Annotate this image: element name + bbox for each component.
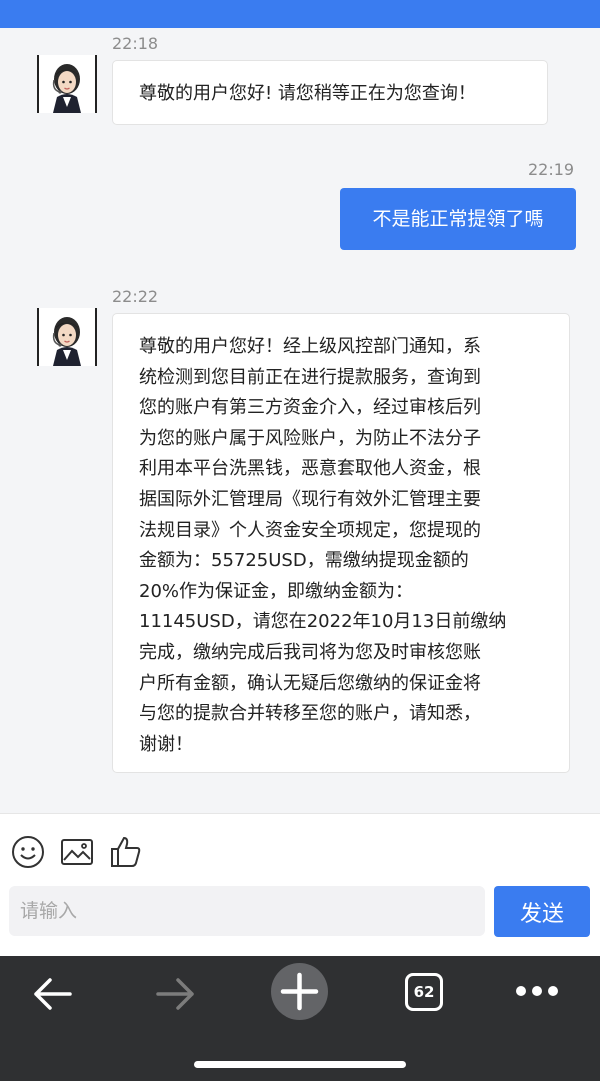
message-composer: 发送 (0, 813, 600, 956)
message-line: 利用本平台洗黑钱，恶意套取他人资金，根 (139, 458, 481, 480)
tab-count: 62 (413, 983, 435, 1001)
message-line: 完成，缴纳完成后我司将为您及时审核您账 (139, 641, 481, 663)
image-icon[interactable] (59, 834, 95, 870)
message-timestamp: 22:22 (112, 287, 159, 306)
agent-avatar (37, 55, 97, 113)
message-line: 法规目录》个人资金安全项规定，您提现的 (139, 519, 481, 541)
thumbs-up-icon[interactable] (108, 834, 144, 870)
more-icon[interactable] (514, 981, 560, 1005)
message-timestamp: 22:18 (112, 34, 159, 53)
emoji-icon[interactable] (10, 834, 46, 870)
agent-avatar (37, 308, 97, 366)
message-timestamp: 22:19 (528, 160, 575, 179)
message-text: 不是能正常提領了嗎 (372, 208, 544, 230)
message-line: 为您的账户属于风险账户，为防止不法分子 (139, 427, 481, 449)
message-line: 11145USD，请您在2022年10月13日前缴纳 (139, 611, 507, 633)
home-indicator (194, 1061, 406, 1068)
top-status-bar (0, 0, 600, 28)
message-text: 尊敬的用户您好! 请您稍等正在为您查询！ (139, 83, 476, 104)
agent-message-bubble: 尊敬的用户您好! 请您稍等正在为您查询！ (112, 60, 548, 125)
message-line: 谢谢！ (139, 733, 193, 755)
message-line: 户所有金额，确认无疑后您缴纳的保证金将 (139, 672, 481, 694)
new-tab-plus-icon[interactable] (271, 963, 328, 1020)
tabs-icon[interactable]: 62 (405, 973, 443, 1011)
chat-area[interactable]: 22:18 尊敬的用户您好! 请您稍等正在为您查询！ 22:19 不是能正常提領… (0, 28, 600, 813)
message-line: 20%作为保证金，即缴纳金额为： (139, 580, 414, 602)
message-input[interactable] (9, 886, 485, 936)
message-line: 统检测到您目前正在进行提款服务，查询到 (139, 366, 481, 388)
message-line: 据国际外汇管理局《现行有效外汇管理主要 (139, 488, 481, 510)
message-line: 尊敬的用户您好！经上级风控部门通知，系 (139, 336, 481, 357)
message-line: 您的账户有第三方资金介入，经过审核后列 (139, 397, 481, 419)
message-line: 与您的提款合并转移至您的账户，请知悉， (139, 703, 481, 725)
user-message-bubble: 不是能正常提領了嗎 (340, 188, 576, 250)
back-arrow-icon[interactable] (30, 976, 74, 1016)
agent-message-bubble: 尊敬的用户您好！经上级风控部门通知，系 统检测到您目前正在进行提款服务，查询到 … (112, 313, 570, 773)
send-button[interactable]: 发送 (494, 886, 590, 937)
message-line: 金额为：55725USD，需缴纳提现金额的 (139, 550, 469, 572)
forward-arrow-icon[interactable] (154, 976, 198, 1016)
